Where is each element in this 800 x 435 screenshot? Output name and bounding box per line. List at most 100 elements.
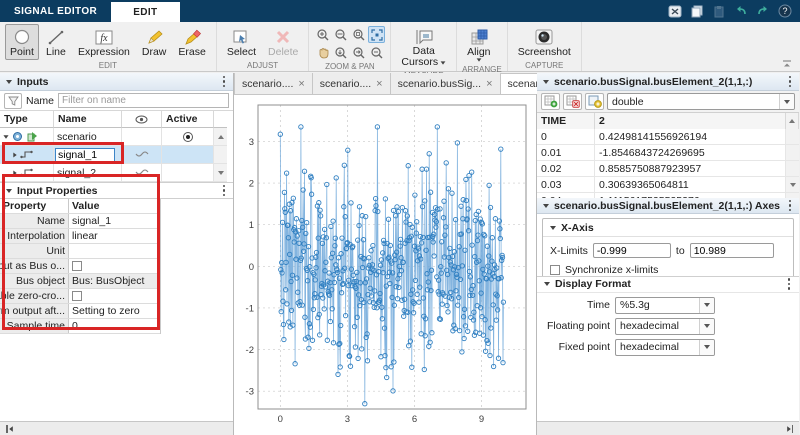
table-scrollbar-track[interactable] <box>786 129 799 145</box>
delete-button[interactable]: Delete <box>263 24 303 60</box>
zero-crossing-checkbox[interactable] <box>72 291 82 301</box>
axes-properties-header[interactable]: scenario.busSignal.busElement_2(1,1,:) A… <box>537 198 799 214</box>
row-signal1-type[interactable] <box>0 146 54 164</box>
col-header-active[interactable]: Active <box>162 111 214 128</box>
tab-signal-editor[interactable]: SIGNAL EDITOR <box>0 0 111 22</box>
zoom-time-icon[interactable] <box>350 26 367 43</box>
col-header-visibility[interactable] <box>122 111 162 128</box>
doc-tab-2[interactable]: scenario.... × <box>312 73 391 94</box>
expand-icon[interactable] <box>13 151 17 158</box>
panel-menu-icon[interactable] <box>786 277 793 291</box>
x-limit-min-field[interactable] <box>592 243 671 258</box>
panel-menu-icon[interactable] <box>221 184 228 198</box>
close-icon[interactable]: × <box>298 78 304 90</box>
copy-icon[interactable] <box>689 4 704 18</box>
cell-value-2[interactable]: 0.8585750887923957 <box>595 161 786 177</box>
line-button[interactable]: Line <box>41 24 71 60</box>
inputs-scrollbar-down[interactable] <box>214 164 227 182</box>
synchronize-x-limits-checkbox[interactable] <box>550 265 560 275</box>
expand-collapse-icon[interactable] <box>3 134 9 139</box>
data-cursors-button[interactable]: Data Cursors <box>396 24 451 70</box>
tab-edit[interactable]: EDIT <box>111 2 180 22</box>
filter-input[interactable] <box>58 93 229 108</box>
x-axis-section-header[interactable]: X-Axis <box>543 219 793 237</box>
col-header-name[interactable]: Name <box>54 111 122 128</box>
row-signal2-name[interactable]: signal_2 <box>54 164 122 182</box>
fit-to-view-icon[interactable] <box>368 26 386 43</box>
table-scrollbar-up[interactable] <box>786 113 799 130</box>
expand-icon[interactable] <box>13 169 17 176</box>
col-header-type[interactable]: Type <box>0 111 54 128</box>
prop-row-name[interactable]: Name signal_1 <box>0 214 160 229</box>
cell-value-1[interactable]: -1.8546843724269695 <box>595 145 786 161</box>
cell-value-0[interactable]: 0.42498141556926194 <box>595 129 786 145</box>
panel-menu-icon[interactable] <box>787 199 794 213</box>
paste-icon[interactable] <box>711 4 726 18</box>
delete-row-icon[interactable] <box>563 93 582 110</box>
row-scenario-visibility[interactable] <box>122 128 162 146</box>
cell-time-2[interactable]: 0.02 <box>537 161 595 177</box>
align-button[interactable]: Align <box>462 24 495 64</box>
close-icon[interactable]: × <box>376 78 382 90</box>
prop-row-sample-time[interactable]: Sample time 0 <box>0 319 160 334</box>
insert-row-icon[interactable] <box>541 93 560 110</box>
prop-row-unit[interactable]: Unit <box>0 244 160 259</box>
draw-button[interactable]: Draw <box>137 24 172 60</box>
table-scrollbar-track[interactable] <box>786 145 799 161</box>
doc-tab-3[interactable]: scenario.busSig... × <box>390 73 501 94</box>
row-signal1-name[interactable] <box>54 146 122 164</box>
inputs-panel-header[interactable]: Inputs <box>0 73 233 91</box>
floating-point-dropdown[interactable]: hexadecimal <box>615 317 715 335</box>
close-icon[interactable]: × <box>486 78 492 90</box>
active-radio[interactable] <box>182 131 193 142</box>
cell-time-1[interactable]: 0.01 <box>537 145 595 161</box>
col-header-time[interactable]: TIME <box>537 113 595 130</box>
inputs-scrollbar-up[interactable] <box>214 128 227 146</box>
panel-menu-icon[interactable] <box>787 75 794 89</box>
row-scenario-active[interactable] <box>162 128 214 146</box>
inputs-scrollbar-track[interactable] <box>214 146 227 164</box>
help-icon[interactable]: ? <box>777 4 792 18</box>
prop-row-form-output[interactable]: Form output aft... Setting to zero <box>0 304 160 319</box>
zoom-in-x-icon[interactable] <box>332 44 349 61</box>
pan-icon[interactable] <box>314 44 331 61</box>
cell-time-3[interactable]: 0.03 <box>537 177 595 193</box>
expression-button[interactable]: fx Expression <box>73 24 135 60</box>
panel-menu-icon[interactable] <box>221 75 228 89</box>
input-properties-header[interactable]: Input Properties <box>0 182 233 199</box>
row-signal1-active[interactable] <box>162 146 214 164</box>
col-header-2[interactable]: 2 <box>595 113 786 130</box>
signal-plot[interactable]: 0 3 6 9 -3 -2 -1 0 1 2 3 <box>234 95 536 435</box>
fixed-point-dropdown[interactable]: hexadecimal <box>615 338 715 356</box>
time-format-dropdown[interactable]: %5.3g <box>615 296 715 314</box>
erase-button[interactable]: Erase <box>173 24 210 60</box>
collapse-left-panel-icon[interactable] <box>6 424 13 433</box>
row-scenario-type[interactable] <box>0 128 54 146</box>
screenshot-button[interactable]: Screenshot <box>513 24 576 60</box>
undo-icon[interactable] <box>733 4 748 18</box>
table-scrollbar-down[interactable] <box>786 177 799 193</box>
row-signal2-visibility[interactable] <box>122 164 162 182</box>
output-as-bus-checkbox[interactable] <box>72 261 82 271</box>
row-scenario-name[interactable]: scenario <box>54 128 122 146</box>
collapse-ribbon-icon[interactable] <box>780 58 794 68</box>
prop-row-enable-zero-crossing[interactable]: Enable zero-cro... <box>0 289 160 304</box>
collapse-right-panel-icon[interactable] <box>786 424 793 433</box>
filter-funnel-icon[interactable] <box>4 92 22 109</box>
cut-icon[interactable] <box>667 4 682 18</box>
data-type-dropdown[interactable]: double <box>607 93 795 110</box>
prop-row-interpolation[interactable]: Interpolation linear <box>0 229 160 244</box>
row-signal2-type[interactable] <box>0 164 54 182</box>
prop-row-output-as-bus[interactable]: Output as Bus o... <box>0 259 160 274</box>
cell-value-3[interactable]: 0.30639365064811 <box>595 177 786 193</box>
signal1-name-edit[interactable] <box>55 147 115 162</box>
cell-time-0[interactable]: 0 <box>537 129 595 145</box>
row-signal2-active[interactable] <box>162 164 214 182</box>
point-button[interactable]: Point <box>5 24 39 60</box>
zoom-out-icon[interactable] <box>368 44 385 61</box>
x-limit-max-field[interactable] <box>689 243 774 258</box>
zoom-in-y-icon[interactable] <box>350 44 367 61</box>
display-format-header[interactable]: Display Format <box>537 275 799 293</box>
redo-icon[interactable] <box>755 4 770 18</box>
table-scrollbar-track[interactable] <box>786 161 799 177</box>
